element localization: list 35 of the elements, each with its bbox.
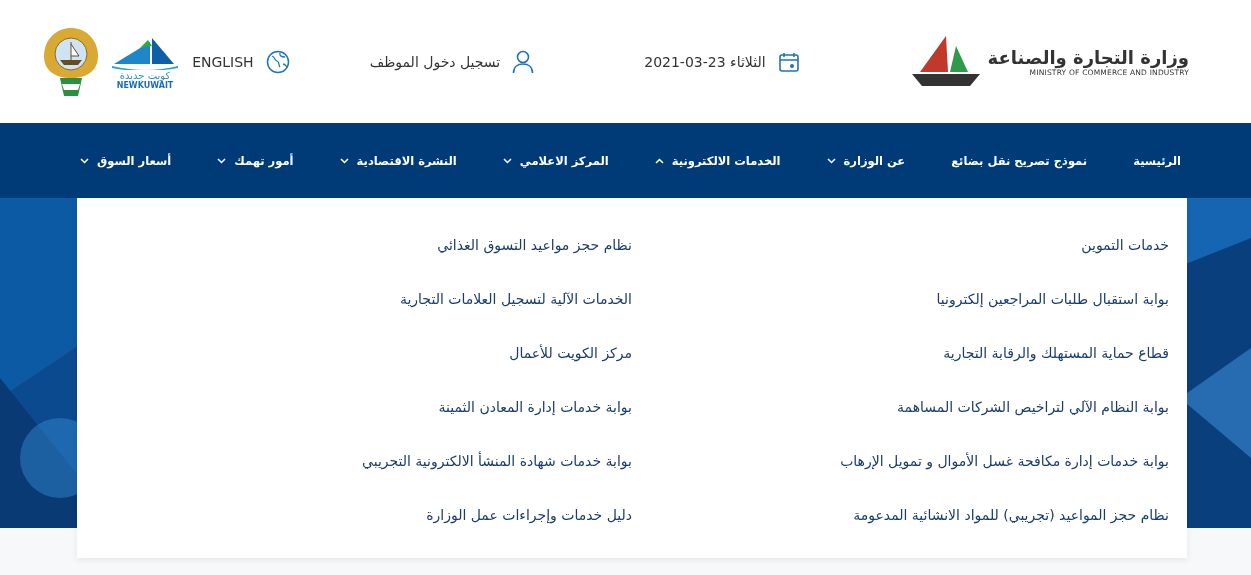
dropdown-menu-link[interactable]: قطاع حماية المستهلك والرقابة التجارية: [632, 326, 1169, 380]
nav-item[interactable]: عن الوزارة: [826, 153, 906, 168]
dropdown-menu-link[interactable]: مركز الكويت للأعمال: [95, 326, 632, 380]
nav-item[interactable]: أسعار السوق: [80, 153, 172, 168]
dropdown-menu-link[interactable]: خدمات التموين: [632, 218, 1169, 272]
nav-item[interactable]: نموذج تصريح نقل بضائع: [951, 153, 1088, 168]
calendar-icon: [777, 50, 800, 73]
employee-login-link[interactable]: تسجيل دخول الموظف: [369, 53, 501, 70]
chevron-down-icon: [826, 157, 836, 164]
nav-item[interactable]: أمور تهمك: [217, 153, 294, 168]
campaign-logo-arabic: كويت جديدة: [119, 69, 171, 81]
user-icon[interactable]: [512, 49, 535, 74]
campaign-logo-latin: NEWKUWAIT: [116, 80, 174, 90]
dropdown-menu-link[interactable]: بوابة النظام الآلي لتراخيص الشركات المساهمة: [632, 380, 1169, 434]
dropdown-menu-link[interactable]: نظام حجز المواعيد (تجريبي) للمواد الانشائية المدعومة: [632, 488, 1169, 542]
chevron-down-icon: [217, 157, 227, 164]
language-link[interactable]: ENGLISH: [192, 53, 254, 70]
dropdown-menu-link[interactable]: بوابة خدمات شهادة المنشأ الالكترونية التجريبي: [95, 434, 632, 488]
dropdown-menu-link[interactable]: الخدمات الآلية لتسجيل العلامات التجارية: [95, 272, 632, 326]
ministry-logo-title: وزارة التجارة والصناعة: [987, 46, 1189, 68]
nav-item[interactable]: الرئيسية: [1133, 153, 1181, 168]
nav-item[interactable]: المركز الاعلامي: [502, 153, 609, 168]
dropdown-menu-link[interactable]: بوابة استقبال طلبات المراجعين إلكترونيا: [632, 272, 1169, 326]
globe-icon[interactable]: [265, 49, 290, 74]
current-date: الثلاثاء 23-03-2021: [644, 53, 766, 70]
chevron-down-icon: [80, 157, 90, 164]
dropdown-menu-link[interactable]: بوابة خدمات إدارة المعادن الثمينة: [95, 380, 632, 434]
chevron-down-icon: [339, 157, 349, 164]
dropdown-menu-link[interactable]: بوابة خدمات إدارة مكافحة غسل الأموال و تمويل الإرهاب: [632, 434, 1169, 488]
chevron-down-icon: [502, 157, 512, 164]
dropdown-menu-link[interactable]: دليل خدمات وإجراءات عمل الوزارة: [95, 488, 632, 542]
nav-item[interactable]: الخدمات الالكترونية: [654, 153, 781, 168]
nav-item[interactable]: النشرة الاقتصادية: [339, 153, 457, 168]
chevron-up-icon: [654, 157, 664, 164]
dropdown-menu-link[interactable]: نظام حجز مواعيد التسوق الغذائي: [95, 218, 632, 272]
